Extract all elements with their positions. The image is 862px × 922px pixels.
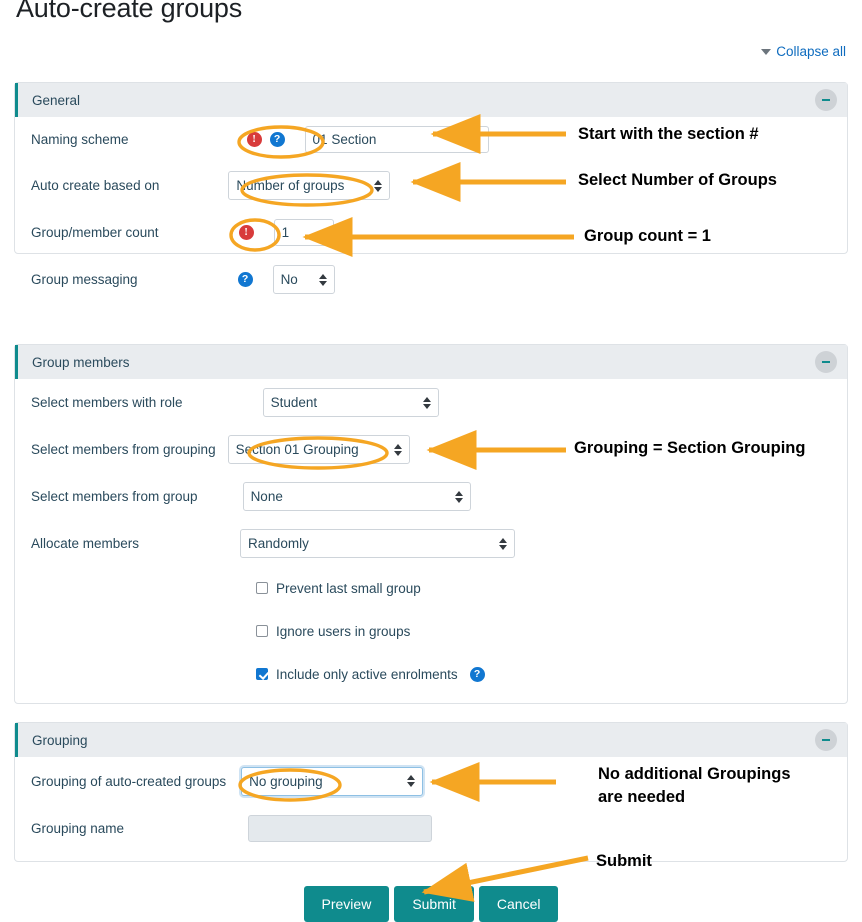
group-messaging-label: Group messaging: [31, 272, 138, 287]
group-messaging-selectwrap: No: [272, 265, 335, 294]
help-question-icon[interactable]: ?: [469, 666, 485, 682]
members-with-role-select[interactable]: Student: [262, 388, 439, 417]
allocate-members-select[interactable]: Randomly: [240, 529, 516, 558]
group-messaging-select[interactable]: No: [272, 265, 335, 294]
row-members-with-role: Select members with role Student: [15, 379, 847, 426]
collapse-all-label: Collapse all: [776, 44, 846, 59]
group-member-count-label: Group/member count: [31, 225, 159, 240]
section-general: General Naming scheme ! ? Auto create ba…: [14, 82, 848, 294]
required-exclamation-icon: !: [238, 225, 254, 240]
minus-icon: [822, 361, 830, 363]
section-grouping-collapse-button[interactable]: [815, 729, 837, 751]
grouping-of-auto-created-groups-select[interactable]: No grouping: [241, 766, 424, 796]
auto-create-based-on-label: Auto create based on: [31, 178, 160, 193]
ignore-users-in-groups-checkbox[interactable]: [256, 625, 268, 637]
section-general-legend: General: [32, 92, 81, 108]
row-members-from-grouping: Select members from grouping Section 01 …: [15, 426, 847, 473]
members-from-group-label: Select members from group: [31, 489, 198, 504]
row-allocate-members: Allocate members Randomly: [15, 520, 847, 567]
group-member-count-input[interactable]: [273, 219, 334, 246]
help-question-icon[interactable]: ?: [237, 272, 253, 287]
row-group-messaging: Group messaging ? No: [15, 256, 847, 303]
include-only-active-enrolments-label: Include only active enrolments: [276, 666, 458, 682]
prevent-last-small-group-label: Prevent last small group: [276, 580, 421, 596]
minus-icon: [822, 739, 830, 741]
chevron-down-icon: [761, 48, 772, 55]
section-general-header[interactable]: General: [15, 83, 847, 117]
allocate-members-label: Allocate members: [31, 536, 140, 551]
grouping-name-input[interactable]: [248, 815, 433, 842]
cancel-button[interactable]: Cancel: [478, 886, 559, 922]
required-exclamation-icon: !: [246, 132, 262, 147]
section-group-members-legend: Group members: [32, 354, 130, 370]
row-naming-scheme: Naming scheme ! ?: [15, 117, 847, 162]
naming-scheme-icons: ! ?: [246, 132, 293, 147]
minus-icon: [822, 99, 830, 101]
collapse-all-control[interactable]: Collapse all: [761, 44, 846, 59]
section-grouping-header[interactable]: Grouping: [15, 723, 847, 757]
prevent-last-small-group-checkbox[interactable]: [256, 582, 268, 594]
members-from-grouping-select[interactable]: Section 01 Grouping: [227, 435, 410, 464]
group-messaging-icons: ?: [237, 272, 261, 287]
members-from-grouping-selectwrap: Section 01 Grouping: [227, 435, 410, 464]
section-grouping: Grouping Grouping of auto-created groups…: [14, 722, 848, 862]
members-with-role-selectwrap: Student: [262, 388, 439, 417]
group-members-checkbox-list: Prevent last small group Ignore users in…: [15, 567, 847, 690]
auto-create-based-on-selectwrap: Number of groups: [228, 171, 391, 200]
checkbox-row-prevent-last-small-group[interactable]: Prevent last small group: [256, 572, 847, 604]
members-from-grouping-label: Select members from grouping: [31, 442, 216, 457]
section-group-members-collapse-button[interactable]: [815, 351, 837, 373]
section-group-members: Group members Select members with role S…: [14, 344, 848, 704]
ignore-users-in-groups-label: Ignore users in groups: [276, 623, 411, 639]
group-member-count-icons: !: [238, 225, 262, 240]
grouping-of-auto-created-groups-selectwrap: No grouping: [241, 766, 424, 796]
include-only-active-enrolments-checkbox[interactable]: [256, 668, 268, 680]
section-grouping-body: Grouping of auto-created groups No group…: [15, 757, 847, 852]
submit-button[interactable]: Submit: [394, 886, 474, 922]
checkbox-row-include-only-active-enrolments[interactable]: Include only active enrolments ?: [256, 658, 847, 690]
checkbox-row-ignore-users-in-groups[interactable]: Ignore users in groups: [256, 615, 847, 647]
members-from-group-selectwrap: None: [242, 482, 471, 511]
row-grouping-name: Grouping name: [15, 805, 847, 852]
allocate-members-selectwrap: Randomly: [240, 529, 516, 558]
page-title: Auto-create groups: [16, 0, 243, 23]
row-members-from-group: Select members from group None: [15, 473, 847, 520]
section-grouping-legend: Grouping: [32, 732, 88, 748]
grouping-of-auto-created-groups-label: Grouping of auto-created groups: [31, 773, 227, 789]
naming-scheme-input[interactable]: [304, 126, 489, 153]
naming-scheme-label: Naming scheme: [31, 132, 129, 147]
section-general-collapse-button[interactable]: [815, 89, 837, 111]
form-action-buttons: Preview Submit Cancel: [0, 886, 862, 922]
row-auto-create-based-on: Auto create based on Number of groups: [15, 162, 847, 209]
section-group-members-body: Select members with role Student Select …: [15, 379, 847, 690]
preview-button[interactable]: Preview: [303, 886, 390, 922]
section-group-members-header[interactable]: Group members: [15, 345, 847, 379]
row-group-member-count: Group/member count !: [15, 209, 847, 256]
row-grouping-of-auto-created-groups: Grouping of auto-created groups No group…: [15, 757, 847, 805]
members-from-group-select[interactable]: None: [242, 482, 471, 511]
grouping-name-label: Grouping name: [31, 821, 125, 836]
section-general-body: Naming scheme ! ? Auto create based on N…: [15, 117, 847, 303]
auto-create-based-on-select[interactable]: Number of groups: [228, 171, 391, 200]
help-question-icon[interactable]: ?: [269, 132, 285, 147]
members-with-role-label: Select members with role: [31, 395, 183, 410]
